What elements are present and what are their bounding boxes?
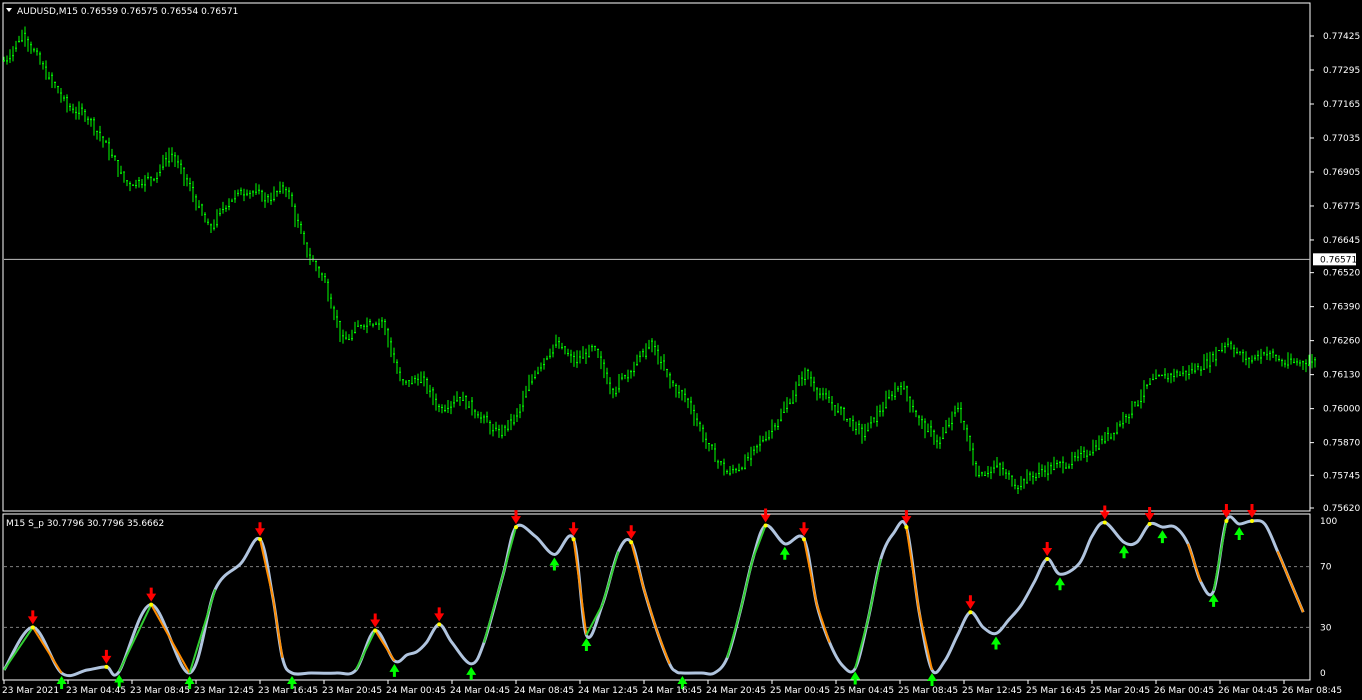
time-tick-label: 24 Mar 20:45: [706, 686, 766, 696]
indicator-tick-label: 30: [1320, 623, 1332, 633]
indicator-tick-label: 70: [1320, 563, 1332, 573]
chart: AUDUSD,M15 0.76559 0.76575 0.76554 0.765…: [0, 0, 1362, 700]
price-panel-header: AUDUSD,M15 0.76559 0.76575 0.76554 0.765…: [17, 7, 238, 17]
indicator-tick-label: 0: [1320, 669, 1326, 679]
time-tick-label: 23 Mar 16:45: [258, 686, 318, 696]
time-tick-label: 26 Mar 08:45: [1282, 686, 1342, 696]
signal-dot: [571, 537, 576, 542]
signal-dot: [904, 525, 909, 530]
time-tick-label: 23 Mar 2021: [2, 686, 59, 696]
time-tick-label: 23 Mar 12:45: [194, 686, 254, 696]
signal-dot: [763, 523, 768, 528]
time-tick-label: 24 Mar 08:45: [514, 686, 574, 696]
price-tick-label: 0.76260: [1323, 337, 1360, 347]
time-tick-label: 24 Mar 00:45: [386, 686, 446, 696]
signal-dot: [1045, 557, 1050, 561]
time-tick-label: 26 Mar 04:45: [1218, 686, 1278, 696]
current-price-label: 0.76571: [1320, 255, 1357, 265]
price-tick-label: 0.77035: [1323, 134, 1360, 144]
time-tick-label: 23 Mar 20:45: [322, 686, 382, 696]
time-tick-label: 25 Mar 04:45: [834, 686, 894, 696]
signal-dot: [373, 628, 378, 633]
price-tick-label: 0.75745: [1323, 471, 1360, 481]
indicator-panel-header: M15 S_p 30.7796 30.7796 35.6662: [6, 519, 164, 529]
price-tick-label: 0.76130: [1323, 371, 1360, 381]
price-tick-label: 0.75870: [1323, 439, 1360, 449]
time-tick-label: 25 Mar 00:45: [770, 686, 830, 696]
price-tick-label: 0.76390: [1323, 303, 1360, 313]
signal-dot: [1102, 520, 1107, 525]
price-tick-label: 0.76775: [1323, 202, 1360, 212]
signal-dot: [1147, 522, 1152, 527]
indicator-tick-label: 100: [1320, 517, 1337, 527]
time-tick-label: 25 Mar 08:45: [898, 686, 958, 696]
time-tick-label: 24 Mar 04:45: [450, 686, 510, 696]
time-tick-label: 25 Mar 20:45: [1090, 686, 1150, 696]
signal-dot: [437, 622, 442, 627]
signal-dot: [1250, 519, 1254, 523]
signal-dot: [30, 625, 35, 630]
signal-dot: [802, 537, 806, 542]
time-tick-label: 24 Mar 16:45: [642, 686, 702, 696]
signal-dot: [968, 610, 973, 615]
signal-dot: [104, 664, 109, 669]
time-tick-label: 23 Mar 04:45: [66, 686, 126, 696]
signal-dot: [629, 540, 634, 545]
price-tick-label: 0.76645: [1323, 236, 1360, 246]
signal-dot: [258, 537, 262, 542]
price-tick-label: 0.77425: [1323, 32, 1360, 42]
price-tick-label: 0.76905: [1323, 168, 1360, 178]
time-tick-label: 24 Mar 12:45: [578, 686, 638, 696]
time-tick-label: 26 Mar 00:45: [1154, 686, 1214, 696]
time-tick-label: 25 Mar 16:45: [1026, 686, 1086, 696]
signal-dot: [149, 602, 154, 607]
time-tick-label: 25 Mar 12:45: [962, 686, 1022, 696]
price-tick-label: 0.76520: [1323, 269, 1360, 279]
price-tick-label: 0.77295: [1323, 66, 1360, 76]
signal-dot: [1224, 519, 1229, 523]
signal-dot: [514, 525, 518, 530]
price-tick-label: 0.76000: [1323, 405, 1360, 415]
time-tick-label: 23 Mar 08:45: [130, 686, 190, 696]
price-tick-label: 0.77165: [1323, 100, 1360, 110]
price-tick-label: 0.75620: [1323, 504, 1360, 514]
